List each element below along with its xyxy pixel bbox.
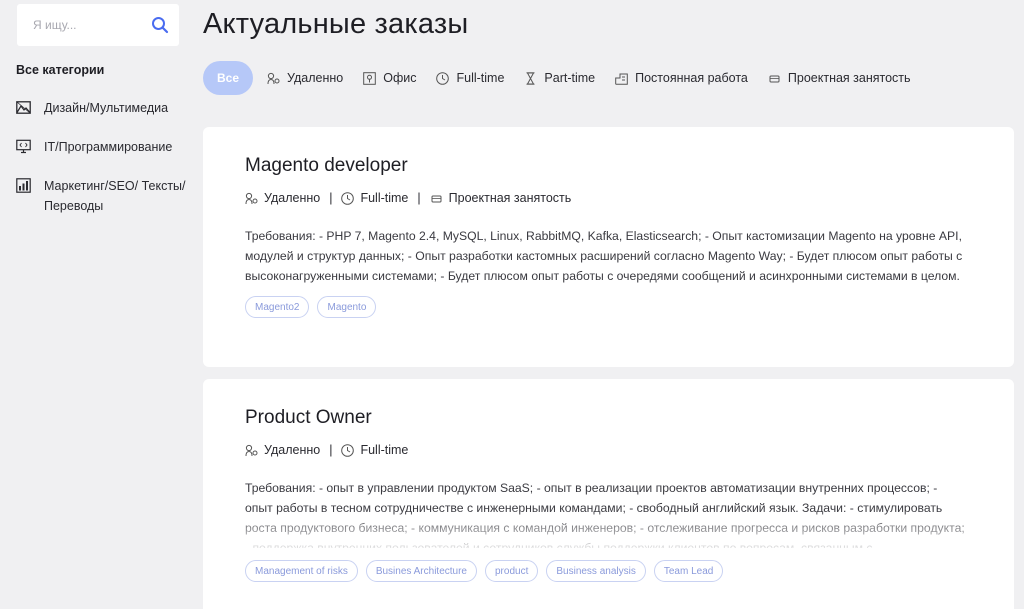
remote-icon bbox=[245, 192, 258, 205]
job-card[interactable]: Product Owner Удаленно | Full-time Требо… bbox=[203, 379, 1014, 609]
job-meta-remote: Удаленно bbox=[245, 191, 320, 205]
filter-permanent[interactable]: Постоянная работа bbox=[615, 71, 748, 85]
filter-label: Офис bbox=[383, 71, 417, 85]
image-icon bbox=[16, 100, 31, 115]
separator: | bbox=[329, 191, 333, 205]
filter-label: Постоянная работа bbox=[635, 71, 748, 85]
search-box bbox=[17, 4, 179, 46]
job-tag[interactable]: Magento2 bbox=[245, 296, 310, 318]
page-title: Актуальные заказы bbox=[203, 8, 469, 40]
search-input[interactable] bbox=[33, 18, 151, 32]
filter-bar: Все Удаленно Офис Full-time Part-time По… bbox=[203, 61, 931, 95]
job-meta-label: Удаленно bbox=[264, 191, 321, 205]
job-tags: Magento2 Magento bbox=[245, 296, 972, 318]
briefcase-icon bbox=[430, 192, 443, 205]
filter-office[interactable]: Офис bbox=[363, 71, 416, 85]
category-label: Дизайн/Мультимедиа bbox=[44, 101, 169, 115]
remote-icon bbox=[245, 444, 258, 457]
job-description: Требования: - PHP 7, Magento 2.4, MySQL,… bbox=[245, 229, 963, 283]
job-meta-fulltime: Full-time bbox=[341, 443, 408, 457]
job-meta-label: Full-time bbox=[360, 443, 409, 457]
filter-full-time[interactable]: Full-time bbox=[436, 71, 504, 85]
job-title[interactable]: Product Owner bbox=[245, 407, 972, 429]
job-meta-label: Проектная занятость bbox=[448, 191, 572, 205]
office-icon bbox=[363, 71, 377, 85]
category-label: IT/Программирование bbox=[44, 140, 173, 154]
category-marketing[interactable]: Маркетинг/SEO/ Тексты/Переводы bbox=[16, 176, 196, 216]
separator: | bbox=[329, 443, 333, 457]
job-tag[interactable]: Magento bbox=[317, 296, 377, 318]
job-tag[interactable]: Busines Architecture bbox=[365, 560, 477, 582]
category-label: Маркетинг/SEO/ Тексты/Переводы bbox=[44, 179, 186, 213]
clock-icon bbox=[341, 191, 355, 205]
job-tags: Management of risks Busines Architecture… bbox=[245, 560, 972, 582]
job-tag[interactable]: Business analysis bbox=[546, 560, 646, 582]
separator: | bbox=[417, 191, 421, 205]
clock-icon bbox=[436, 71, 450, 85]
all-categories-title[interactable]: Все категории bbox=[16, 63, 104, 77]
remote-icon bbox=[267, 72, 280, 85]
job-card[interactable]: Magento developer Удаленно | Full-time |… bbox=[203, 127, 1014, 367]
hourglass-icon bbox=[524, 71, 537, 85]
chart-icon bbox=[16, 178, 31, 193]
filter-all-chip[interactable]: Все bbox=[203, 61, 254, 95]
filter-label: Part-time bbox=[544, 71, 596, 85]
category-design[interactable]: Дизайн/Мультимедиа bbox=[16, 98, 196, 118]
job-title[interactable]: Magento developer bbox=[245, 155, 972, 177]
job-tag[interactable]: Management of risks bbox=[245, 560, 358, 582]
clock-icon bbox=[341, 443, 355, 457]
category-it[interactable]: IT/Программирование bbox=[16, 137, 196, 157]
filter-label: Full-time bbox=[456, 71, 505, 85]
briefcase-icon bbox=[768, 72, 781, 85]
category-list: Дизайн/Мультимедиа IT/Программирование М… bbox=[16, 98, 196, 235]
job-tag[interactable]: Team Lead bbox=[653, 560, 724, 582]
job-meta-label: Full-time bbox=[360, 191, 409, 205]
filter-part-time[interactable]: Part-time bbox=[524, 71, 595, 85]
job-meta-project: Проектная занятость bbox=[430, 191, 572, 205]
job-meta-fulltime: Full-time bbox=[341, 191, 408, 205]
search-icon[interactable] bbox=[151, 16, 169, 34]
filter-label: Проектная занятость bbox=[787, 71, 911, 85]
job-meta: Удаленно | Full-time bbox=[245, 443, 972, 457]
job-description: Требования: - опыт в управлении продукто… bbox=[245, 481, 965, 548]
job-meta-label: Удаленно bbox=[264, 443, 321, 457]
job-meta-remote: Удаленно bbox=[245, 443, 320, 457]
job-meta: Удаленно | Full-time | Проектная занятос… bbox=[245, 191, 972, 205]
monitor-code-icon bbox=[16, 139, 31, 154]
building-icon bbox=[615, 72, 628, 85]
job-tag[interactable]: product bbox=[485, 560, 539, 582]
filter-label: Удаленно bbox=[287, 71, 344, 85]
filter-remote[interactable]: Удаленно bbox=[267, 71, 343, 85]
filter-project[interactable]: Проектная занятость bbox=[768, 71, 911, 85]
